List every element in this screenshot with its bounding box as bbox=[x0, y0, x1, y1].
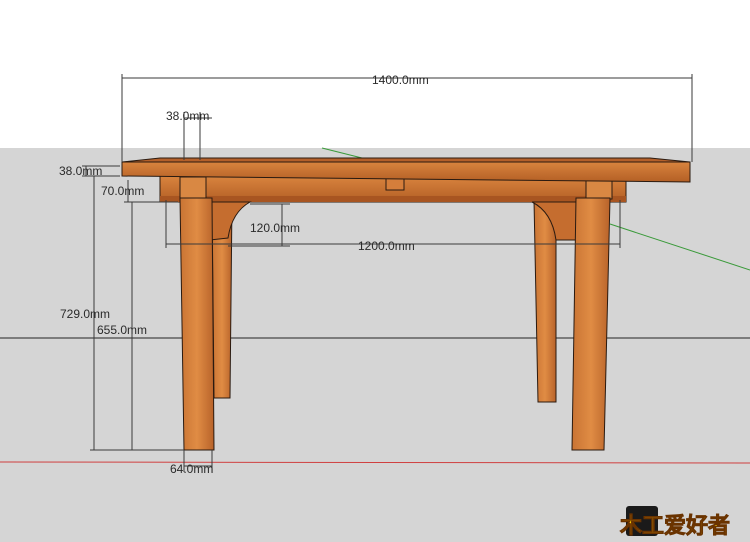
dim-label-apron-height: 70.0mm bbox=[101, 184, 144, 198]
drawer-pull[interactable] bbox=[385, 177, 405, 191]
ground bbox=[0, 148, 750, 542]
dim-label-total-length: 1400.0mm bbox=[372, 73, 429, 87]
back-leg-right[interactable] bbox=[533, 199, 557, 403]
table-top-face bbox=[121, 157, 691, 163]
dim-label-top-thickness: 38.0mm bbox=[59, 164, 102, 178]
apron-lower-edge bbox=[160, 196, 626, 202]
dim-label-total-height: 729.0mm bbox=[60, 307, 110, 321]
sketchup-viewport[interactable]: 1400.0mm 38.0mm 38.0mm 70.0mm 120.0mm 12… bbox=[0, 0, 750, 542]
dim-label-leg-height: 655.0mm bbox=[97, 323, 147, 337]
joint-block-left bbox=[179, 176, 207, 200]
logo-text: 木工爱好者 bbox=[619, 513, 730, 539]
dim-label-leg-width: 64.0mm bbox=[170, 462, 213, 476]
dim-label-corner-block: 38.0mm bbox=[166, 109, 209, 123]
front-leg-right[interactable] bbox=[571, 197, 611, 451]
dim-label-bracket-height: 120.0mm bbox=[250, 221, 300, 235]
front-leg-left[interactable] bbox=[179, 197, 215, 451]
dim-label-leg-span: 1200.0mm bbox=[358, 239, 415, 253]
